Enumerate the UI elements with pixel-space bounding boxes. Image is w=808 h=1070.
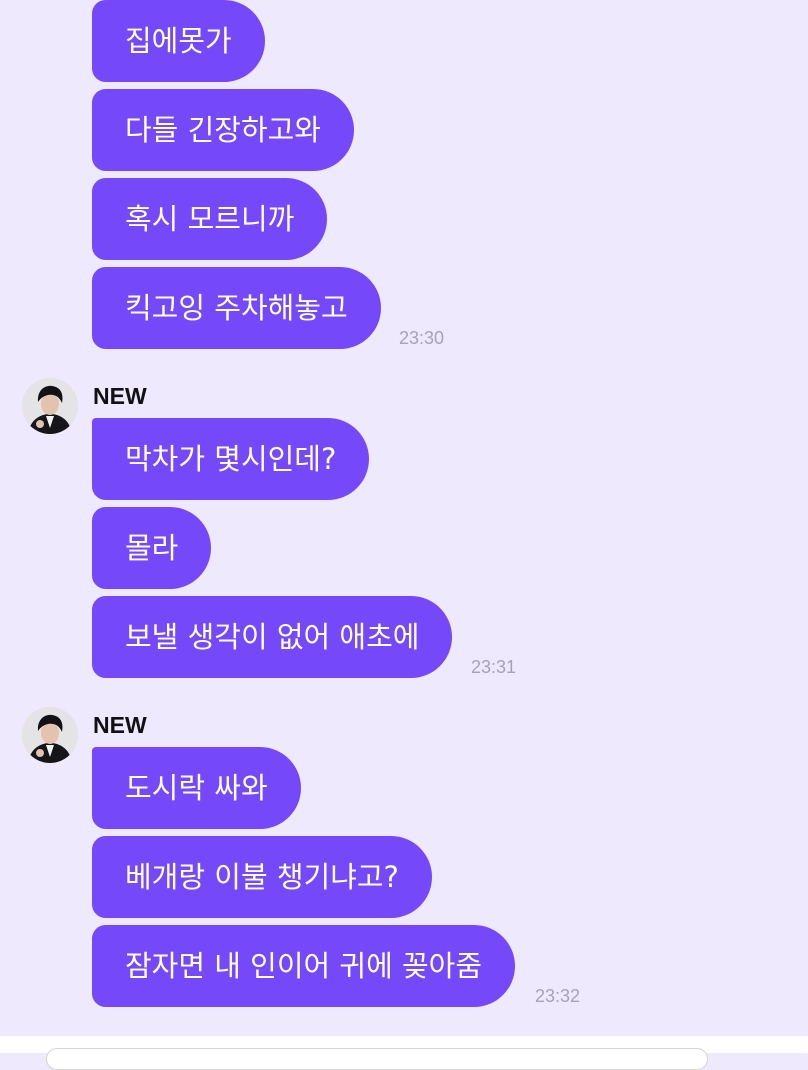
message-input[interactable] [46,1048,708,1070]
message-bubble[interactable]: 혹시 모르니까 [92,178,328,260]
profile-photo-avatar-icon [22,707,78,763]
message-timestamp: 23:32 [535,986,581,1006]
sender-name: NEW [93,383,147,409]
message-bubble[interactable]: 막차가 몇시인데? [92,418,370,500]
message-bubble[interactable]: 다들 긴장하고와 [92,89,354,171]
message-bubble[interactable]: 보낼 생각이 없어 애초에 [92,596,453,678]
avatar[interactable] [22,707,78,763]
message-bubble[interactable]: 베개랑 이불 챙기냐고? [92,836,432,918]
avatar[interactable] [22,378,78,434]
message-timestamp: 23:31 [471,657,517,677]
message-timestamp: 23:30 [399,328,445,348]
message-bubble[interactable]: 킥고잉 주차해놓고 [92,267,381,349]
message-bubble[interactable]: 몰라 [92,507,212,589]
chat-screen: { "chat": { "groups": [ { "sender": "", … [0,0,808,1070]
message-bubble[interactable]: 잠자면 내 인이어 귀에 꽂아줌 [92,925,516,1007]
sender-name: NEW [93,712,147,738]
message-bubble[interactable]: 집에못가 [92,0,265,82]
message-bubble[interactable]: 도시락 싸와 [92,747,301,829]
profile-photo-avatar-icon [22,378,78,434]
